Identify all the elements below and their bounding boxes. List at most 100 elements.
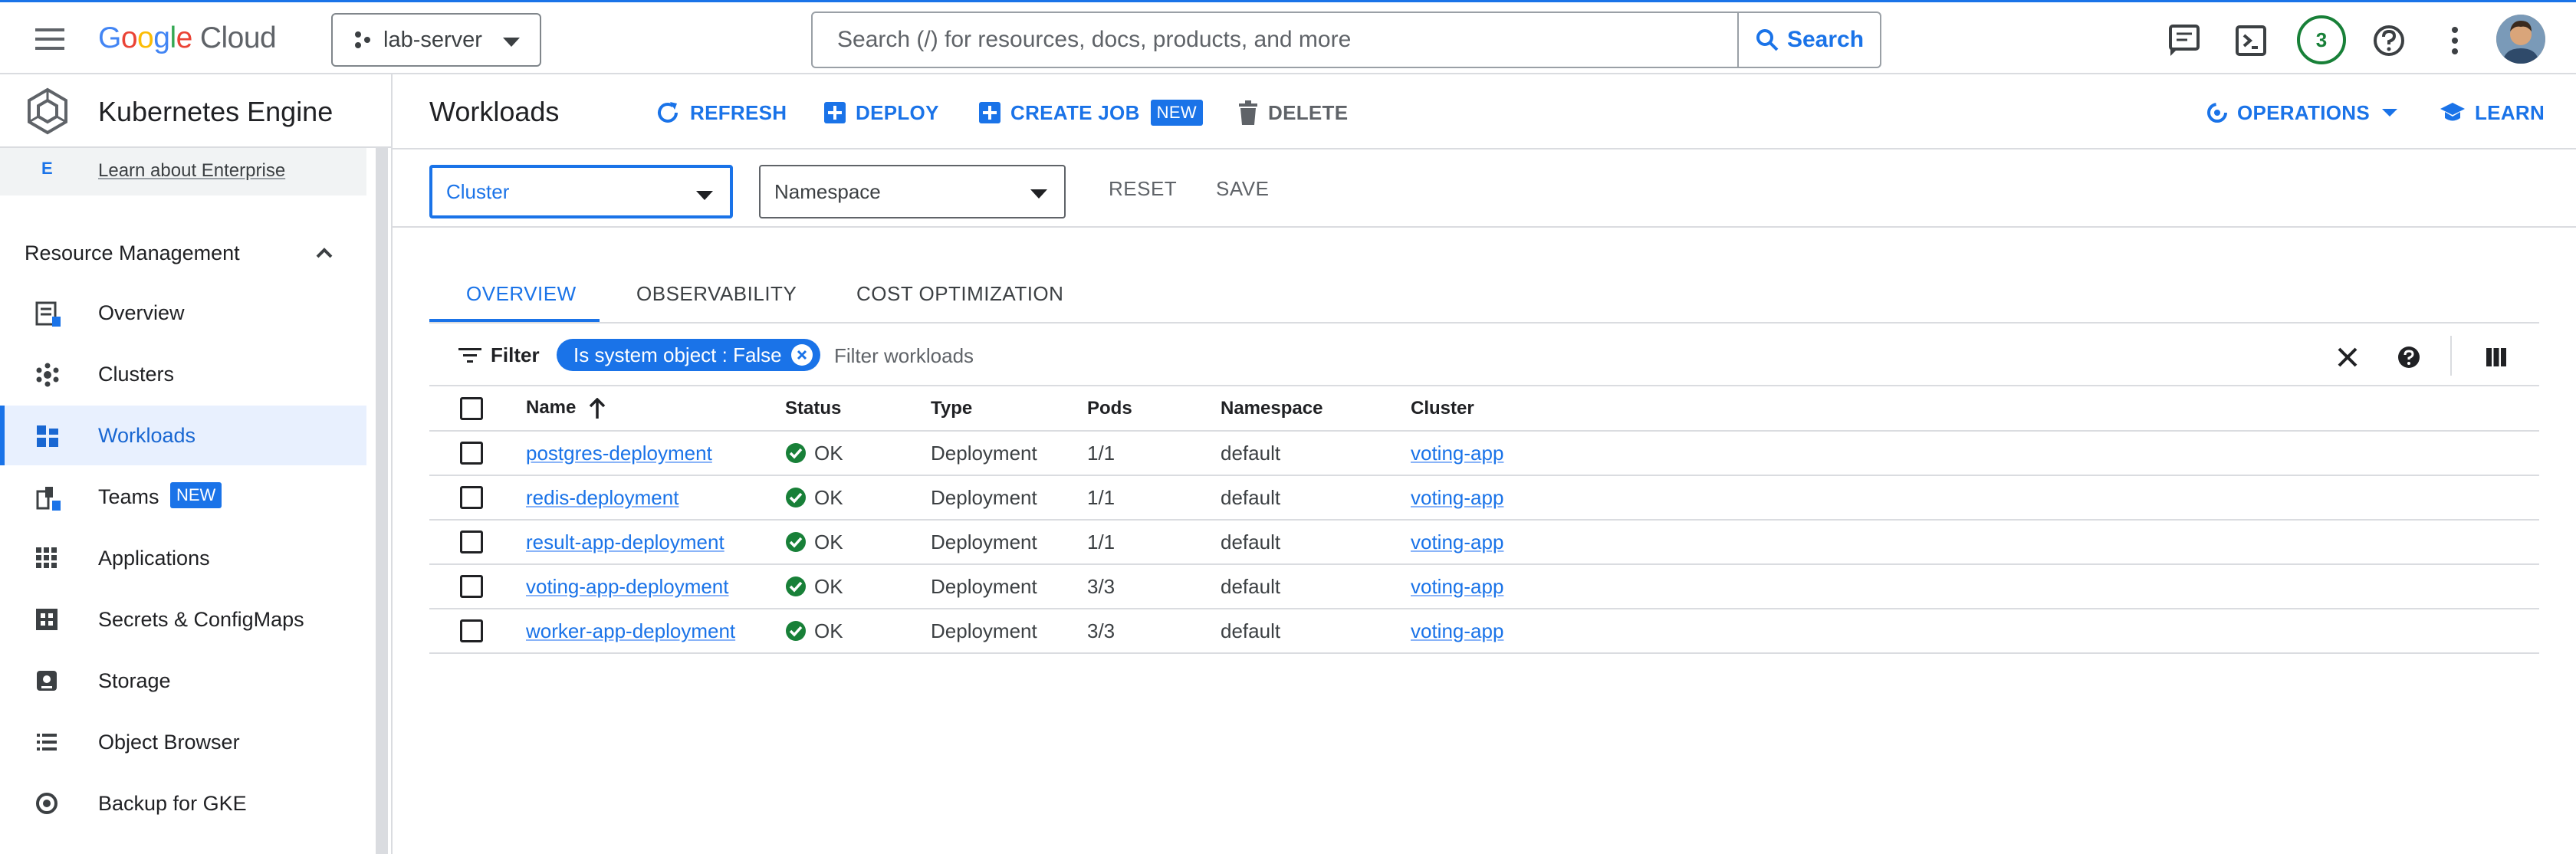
check-circle-icon (785, 620, 814, 642)
row-select-cell (429, 520, 526, 565)
column-header-name[interactable]: Name (526, 386, 785, 432)
status-cell: OK (785, 475, 931, 521)
row-select-cell (429, 475, 526, 521)
select-all-checkbox[interactable] (460, 396, 483, 420)
backup-icon (35, 792, 60, 816)
sidebar-item-teams[interactable]: Teams NEW (0, 467, 366, 527)
cluster-link[interactable]: voting-app (1411, 442, 1503, 465)
google-cloud-logo[interactable]: Google Cloud (98, 19, 277, 57)
learn-enterprise-link[interactable]: Learn about Enterprise (98, 160, 285, 182)
project-name: lab-server (383, 27, 482, 52)
workload-name-link[interactable]: postgres-deployment (526, 442, 712, 465)
row-checkbox[interactable] (460, 530, 483, 553)
type-cell: Deployment (931, 564, 1087, 609)
overview-icon (35, 301, 61, 327)
table-row[interactable]: voting-app-deployment OK Deployment 3/3 defa… (429, 564, 2539, 609)
workload-name-link[interactable]: redis-deployment (526, 486, 678, 509)
filter-chip[interactable]: Is system object : False (557, 339, 820, 371)
row-checkbox[interactable] (460, 619, 483, 642)
sidebar-item-object-browser[interactable]: Object Browser (0, 712, 366, 772)
help-icon[interactable] (2369, 21, 2409, 61)
sidebar-item-workloads[interactable]: Workloads (0, 406, 366, 465)
delete-button[interactable]: DELETE (1237, 97, 1348, 128)
type-cell: Deployment (931, 520, 1087, 565)
namespace-cell: default (1221, 564, 1411, 609)
namespace-select[interactable]: Namespace (759, 165, 1066, 218)
status-cell: OK (785, 564, 931, 609)
chevron-up-icon (314, 243, 334, 263)
row-select-cell (429, 609, 526, 654)
check-circle-icon (785, 442, 814, 464)
search-input[interactable] (813, 13, 1740, 67)
workload-name-link[interactable]: worker-app-deployment (526, 619, 735, 642)
cluster-cell: voting-app (1411, 475, 2539, 521)
column-header-cluster[interactable]: Cluster (1411, 386, 2539, 432)
sidebar-item-backup-for-gke[interactable]: Backup for GKE (0, 774, 366, 833)
sidebar-item-applications[interactable]: Applications (0, 528, 366, 588)
avatar[interactable] (2496, 15, 2545, 64)
sidebar-item-clusters[interactable]: Clusters (0, 344, 366, 404)
row-checkbox[interactable] (460, 486, 483, 509)
reset-button[interactable]: RESET (1109, 177, 1177, 201)
main-menu-icon[interactable] (34, 25, 67, 53)
project-picker[interactable]: lab-server (331, 13, 541, 67)
cluster-link[interactable]: voting-app (1411, 575, 1503, 598)
column-header-namespace[interactable]: Namespace (1221, 386, 1411, 432)
refresh-icon (655, 100, 690, 126)
cloud-shell-icon[interactable] (2231, 21, 2271, 61)
tab-observability[interactable]: OBSERVABILITY (636, 282, 797, 306)
table-row[interactable]: postgres-deployment OK Deployment 1/1 defaul… (429, 431, 2539, 476)
search-button[interactable]: Search (1737, 13, 1880, 67)
help-icon[interactable] (2394, 342, 2424, 373)
column-header-pods[interactable]: Pods (1087, 386, 1221, 432)
operations-icon (2206, 102, 2237, 123)
applications-icon (35, 547, 60, 571)
section-resource-management[interactable]: Resource Management (25, 241, 347, 265)
workload-name-link[interactable]: result-app-deployment (526, 530, 724, 553)
type-cell: Deployment (931, 609, 1087, 654)
check-circle-icon (785, 487, 814, 508)
cluster-link[interactable]: voting-app (1411, 486, 1503, 509)
save-button[interactable]: SAVE (1216, 177, 1269, 201)
cluster-link[interactable]: voting-app (1411, 530, 1503, 553)
filter-workloads-input[interactable] (834, 339, 1907, 373)
filter-button[interactable]: Filter (458, 343, 540, 367)
clear-filter-icon[interactable] (2332, 342, 2363, 373)
check-circle-icon (785, 576, 814, 597)
workloads-table: Name Status Type Pods Namespace Cluster … (429, 386, 2539, 654)
sidebar-item-secrets-configmaps[interactable]: Secrets & ConfigMaps (0, 590, 366, 649)
deploy-button[interactable]: DEPLOY (823, 97, 939, 128)
school-icon (2440, 101, 2475, 124)
create-job-button[interactable]: CREATE JOB NEW (978, 97, 1203, 128)
tab-cost-optimization[interactable]: COST OPTIMIZATION (856, 282, 1063, 306)
project-icon (353, 30, 373, 50)
table-row[interactable]: result-app-deployment OK Deployment 1/1 defa… (429, 520, 2539, 565)
arrow-up-icon (588, 397, 606, 419)
column-header-type[interactable]: Type (931, 386, 1087, 432)
table-row[interactable]: redis-deployment OK Deployment 1/1 default vo… (429, 475, 2539, 521)
sidebar-item-storage[interactable]: Storage (0, 651, 366, 711)
product-header: Kubernetes Engine (0, 74, 391, 148)
filter-bar: Cluster Namespace RESET SAVE (393, 149, 2576, 228)
table-row[interactable]: worker-app-deployment OK Deployment 3/3 defa… (429, 609, 2539, 654)
column-header-status[interactable]: Status (785, 386, 931, 432)
learn-button[interactable]: LEARN (2440, 97, 2545, 128)
sidebar-item-overview[interactable]: Overview (0, 283, 366, 343)
sidebar-scrollbar[interactable] (376, 148, 388, 854)
feedback-icon[interactable] (2165, 21, 2205, 61)
cluster-link[interactable]: voting-app (1411, 619, 1503, 642)
cluster-select[interactable]: Cluster (429, 165, 733, 218)
operations-button[interactable]: OPERATIONS (2206, 97, 2407, 128)
close-icon[interactable] (790, 344, 813, 366)
type-cell: Deployment (931, 431, 1087, 476)
column-display-icon[interactable] (2481, 342, 2512, 373)
more-vert-icon[interactable] (2435, 21, 2475, 61)
tab-overview[interactable]: OVERVIEW (466, 282, 577, 306)
notifications-badge[interactable]: 3 (2297, 15, 2346, 64)
type-cell: Deployment (931, 475, 1087, 521)
refresh-button[interactable]: REFRESH (655, 97, 787, 128)
workload-name-link[interactable]: voting-app-deployment (526, 575, 729, 598)
row-checkbox[interactable] (460, 575, 483, 598)
left-nav: Kubernetes Engine E Learn about Enterpri… (0, 74, 393, 854)
row-checkbox[interactable] (460, 442, 483, 465)
